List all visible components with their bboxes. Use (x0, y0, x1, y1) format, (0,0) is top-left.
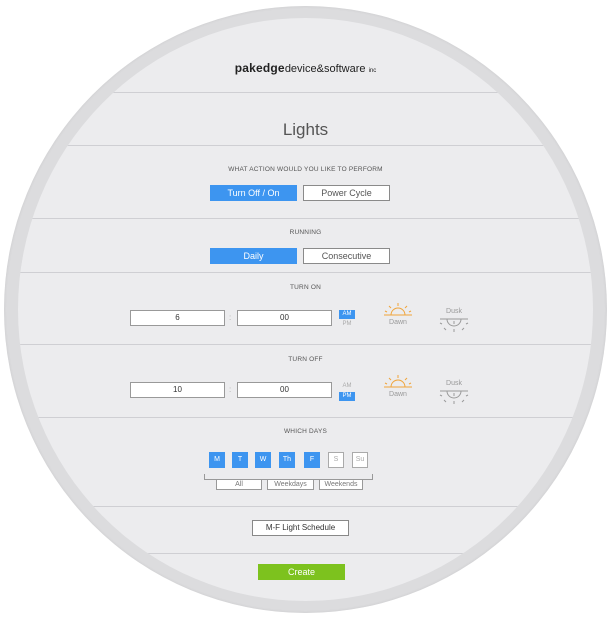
day-tuesday[interactable]: T (232, 452, 248, 468)
turn-on-colon: : (229, 313, 232, 322)
day-wednesday[interactable]: W (255, 452, 271, 468)
turn-on-minute-input[interactable]: 00 (237, 310, 332, 326)
dusk-icon[interactable] (438, 389, 470, 405)
turn-off-pm-toggle[interactable]: PM (339, 392, 355, 401)
days-label: WHICH DAYS (283, 428, 328, 435)
running-label: RUNNING (289, 229, 322, 236)
turn-on-pm-toggle[interactable]: PM (339, 320, 355, 329)
turn-on-hour-input[interactable]: 6 (130, 310, 225, 326)
day-sunday[interactable]: Su (352, 452, 368, 468)
turn-off-minute-input[interactable]: 00 (237, 382, 332, 398)
daily-button[interactable]: Daily (210, 248, 297, 264)
action-section (18, 146, 593, 219)
day-monday[interactable]: M (209, 452, 225, 468)
weekends-button[interactable]: Weekends (319, 479, 363, 490)
consecutive-button[interactable]: Consecutive (303, 248, 390, 264)
main-panel: pakedgedevice&software inc Lights WHAT A… (18, 18, 593, 601)
day-thursday[interactable]: Th (279, 452, 295, 468)
turn-off-am-toggle[interactable]: AM (339, 382, 355, 391)
weekdays-button[interactable]: Weekdays (267, 479, 314, 490)
page-title: Lights (282, 120, 329, 139)
dawn-label: Dawn (389, 391, 407, 398)
running-section (18, 219, 593, 273)
turn-off-hour-input[interactable]: 10 (130, 382, 225, 398)
dawn-label: Dawn (389, 319, 407, 326)
turn-on-am-toggle[interactable]: AM (339, 310, 355, 319)
brand-logo-bold: pakedge (234, 61, 285, 75)
day-friday[interactable]: F (304, 452, 320, 468)
turn-off-label: TURN OFF (288, 356, 323, 363)
brand-logo: pakedgedevice&software inc (18, 61, 593, 75)
brand-logo-suffix: inc (368, 68, 377, 74)
schedule-name-input[interactable]: M-F Light Schedule (252, 520, 349, 536)
dawn-icon[interactable] (382, 373, 414, 389)
power-cycle-button[interactable]: Power Cycle (303, 185, 390, 201)
day-saturday[interactable]: S (328, 452, 344, 468)
dusk-label: Dusk (446, 308, 462, 315)
dusk-icon[interactable] (438, 317, 470, 333)
brand-logo-text: device&software (284, 63, 366, 75)
action-label: WHAT ACTION WOULD YOU LIKE TO PERFORM (228, 166, 383, 173)
header-section (18, 18, 593, 93)
dusk-label: Dusk (446, 380, 462, 387)
turn-off-on-button[interactable]: Turn Off / On (210, 185, 297, 201)
all-days-button[interactable]: All (216, 479, 262, 490)
dawn-icon[interactable] (382, 301, 414, 317)
create-button[interactable]: Create (258, 564, 345, 580)
turn-off-colon: : (229, 385, 232, 394)
turn-on-label: TURN ON (289, 284, 321, 291)
